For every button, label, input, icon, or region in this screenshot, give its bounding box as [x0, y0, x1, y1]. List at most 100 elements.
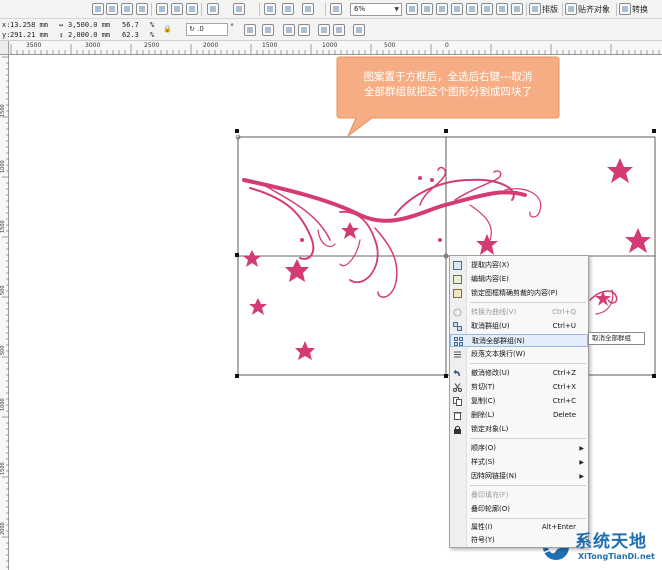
- menu-item-edit-content[interactable]: 编辑内容(E): [450, 273, 588, 286]
- menu-item-undo[interactable]: 撤消修改(U) Ctrl+Z: [450, 367, 588, 380]
- menu-item-symbol[interactable]: 符号(Y) ▶: [450, 534, 588, 547]
- import-icon[interactable]: [264, 3, 276, 15]
- transform-icon[interactable]: [619, 3, 631, 15]
- menu-item-shortcut: Alt+Enter: [541, 523, 576, 531]
- menu-item-cut[interactable]: 剪切(T) Ctrl+X: [450, 381, 588, 394]
- print-icon[interactable]: [136, 3, 148, 15]
- menu-item-overprint-outline[interactable]: 叠印轮廓(O): [450, 503, 588, 516]
- rotate-icon: ↻: [189, 25, 195, 33]
- copy-icon[interactable]: [171, 3, 183, 15]
- copy-icon: [453, 397, 462, 406]
- ruler-origin[interactable]: [0, 41, 9, 55]
- zoom-selected-icon[interactable]: [496, 3, 508, 15]
- ungroup-all-icon: [454, 337, 463, 346]
- redo-icon[interactable]: [233, 3, 245, 15]
- callout-line-2: 全部群组就把这个图形分割成四块了: [364, 86, 532, 98]
- menu-item-label: 符号(Y): [471, 536, 495, 544]
- weld-icon[interactable]: [318, 24, 330, 36]
- new-icon[interactable]: [92, 3, 104, 15]
- snap-icon[interactable]: [565, 3, 577, 15]
- snap-label[interactable]: 贴齐对象: [578, 4, 610, 15]
- menu-item-styles[interactable]: 样式(S) ▶: [450, 456, 588, 469]
- ruler-label: 1000: [322, 42, 338, 49]
- menu-item-properties[interactable]: 属性(I) Alt+Enter: [450, 521, 588, 534]
- menu-item-label: 属性(I): [471, 523, 493, 531]
- publish-icon[interactable]: [302, 3, 314, 15]
- menu-item-convert-to-curves: 转换为曲线(V) Ctrl+Q: [450, 306, 588, 319]
- ruler-label: 1500: [262, 42, 278, 49]
- transform-label[interactable]: 转换: [632, 4, 648, 15]
- save-icon[interactable]: [121, 3, 133, 15]
- trim-icon[interactable]: [333, 24, 345, 36]
- application-launcher-icon[interactable]: [330, 3, 342, 15]
- menu-item-label: 取消群组(U): [471, 322, 510, 330]
- mirror-horizontal-icon[interactable]: [244, 24, 256, 36]
- menu-item-text-wrap[interactable]: 段落文本换行(W): [450, 348, 588, 361]
- scale-height-field[interactable]: 62.3: [122, 31, 139, 39]
- x-position-field[interactable]: 13.258 mm: [10, 21, 48, 29]
- break-apart-icon[interactable]: [298, 24, 310, 36]
- width-icon: ↔: [59, 21, 64, 29]
- open-icon[interactable]: [106, 3, 118, 15]
- menu-item-shortcut: Ctrl+C: [552, 397, 576, 405]
- height-field[interactable]: 2,000.0 mm: [68, 31, 110, 39]
- rotation-field[interactable]: ↻ .0: [186, 23, 228, 36]
- vertical-ruler[interactable]: 1500 1000 1500 500 500 1000 1500 2000: [0, 55, 9, 570]
- degree-label: °: [230, 23, 235, 31]
- export-icon[interactable]: [282, 3, 294, 15]
- menu-item-order[interactable]: 顺序(O) ▶: [450, 442, 588, 455]
- menu-item-label: 锁定对象(L): [471, 425, 509, 433]
- pan-icon[interactable]: [511, 3, 523, 15]
- lock-ratio-icon[interactable]: 🔒: [163, 25, 172, 33]
- ruler-label: 2000: [0, 522, 6, 535]
- horizontal-ruler[interactable]: 3500 3000 2500 2000 1500 1000 500 0: [9, 41, 662, 55]
- menu-item-internet-link[interactable]: 因特网链接(N) ▶: [450, 470, 588, 483]
- align-icon[interactable]: [353, 24, 365, 36]
- menu-item-label: 转换为曲线(V): [471, 308, 517, 316]
- scale-width-field[interactable]: 56.7: [122, 21, 139, 29]
- menu-item-ungroup[interactable]: 取消群组(U) Ctrl+U: [450, 320, 588, 333]
- menu-item-label: 删除(L): [471, 411, 495, 419]
- menu-item-label: 锁定图框精确剪裁的内容(P): [471, 289, 558, 297]
- combine-icon[interactable]: [283, 24, 295, 36]
- menu-item-copy[interactable]: 复制(C) Ctrl+C: [450, 395, 588, 408]
- menu-item-shortcut: Ctrl+X: [552, 383, 576, 391]
- convert-curves-icon: [453, 308, 462, 317]
- menu-item-label: 撤消修改(U): [471, 369, 510, 377]
- menu-item-lock-object[interactable]: 锁定对象(L): [450, 423, 588, 436]
- submenu-arrow-icon: ▶: [579, 473, 584, 480]
- layout-icon[interactable]: [529, 3, 541, 15]
- zoom-height-icon[interactable]: [481, 3, 493, 15]
- zoom-in-icon[interactable]: [406, 3, 418, 15]
- y-position-field[interactable]: 291.21 mm: [10, 31, 48, 39]
- menu-item-label: 顺序(O): [471, 444, 496, 452]
- menu-item-label: 因特网链接(N): [471, 472, 517, 480]
- zoom-level-select[interactable]: 6% ▼: [350, 3, 402, 16]
- undo-icon: [453, 369, 462, 378]
- paste-icon[interactable]: [186, 3, 198, 15]
- cut-icon[interactable]: [156, 3, 168, 15]
- rotation-value: .0: [197, 25, 204, 33]
- menu-item-ungroup-all[interactable]: 取消全部群组(N): [450, 334, 588, 347]
- undo-icon[interactable]: [207, 3, 219, 15]
- zoom-out-icon[interactable]: [421, 3, 433, 15]
- menu-item-shortcut: Ctrl+Q: [552, 308, 576, 316]
- zoom-page-icon[interactable]: [451, 3, 463, 15]
- menu-item-extract-content[interactable]: 提取内容(X): [450, 259, 588, 272]
- callout-line-1: 图案置于方框后，全选后右键---取消: [363, 71, 533, 83]
- edit-content-icon: [453, 275, 462, 284]
- menu-item-label: 提取内容(X): [471, 261, 510, 269]
- cut-icon: [453, 383, 462, 392]
- zoom-width-icon[interactable]: [466, 3, 478, 15]
- menu-tooltip: 取消全部群组: [588, 332, 645, 345]
- zoom-fit-icon[interactable]: [436, 3, 448, 15]
- menu-item-lock-contents[interactable]: 锁定图框精确剪裁的内容(P): [450, 287, 588, 300]
- menu-item-overprint-fill: 叠印填充(F): [450, 489, 588, 502]
- layout-label[interactable]: 排版: [542, 4, 558, 15]
- menu-item-delete[interactable]: 删除(L) Delete: [450, 409, 588, 422]
- ruler-label: 1000: [0, 398, 6, 411]
- width-field[interactable]: 3,500.0 mm: [68, 21, 110, 29]
- property-bar: x: 13.258 mm y: 291.21 mm ↔ 3,500.0 mm ↕…: [0, 19, 662, 41]
- ruler-label: 500: [0, 345, 6, 355]
- mirror-vertical-icon[interactable]: [262, 24, 274, 36]
